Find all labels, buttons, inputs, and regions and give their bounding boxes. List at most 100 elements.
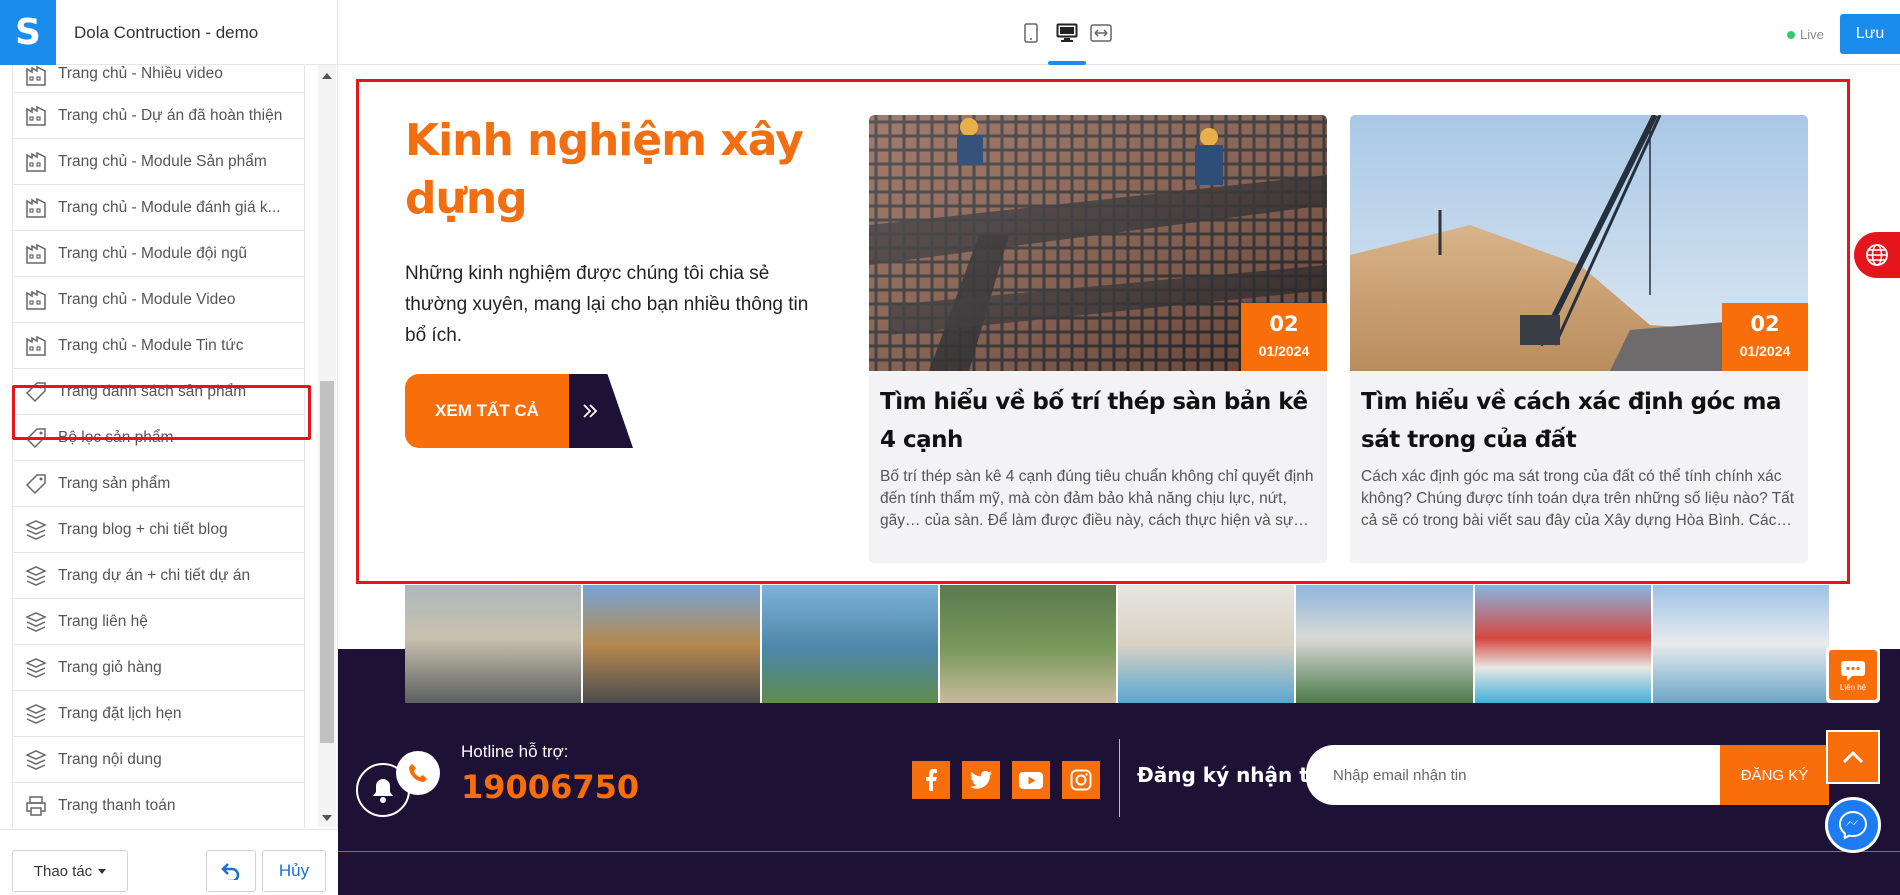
cancel-button[interactable]: Hủy bbox=[262, 850, 326, 892]
page-layout-icon bbox=[25, 105, 58, 127]
fullwidth-view-button[interactable] bbox=[1090, 22, 1112, 44]
news-card-title[interactable]: Tìm hiểu về bố trí thép sàn bản kê 4 cạn… bbox=[880, 383, 1310, 459]
hotline-number[interactable]: 19006750 bbox=[461, 768, 639, 806]
sidebar-item[interactable]: Trang chủ - Nhiều video bbox=[13, 65, 304, 93]
undo-button[interactable] bbox=[206, 850, 256, 892]
store-title: Dola Contruction - demo bbox=[74, 23, 259, 42]
project-photo[interactable] bbox=[1474, 585, 1653, 703]
live-status: Live bbox=[1787, 27, 1824, 42]
project-photo[interactable] bbox=[1296, 585, 1475, 703]
project-photo[interactable] bbox=[405, 585, 584, 703]
project-photo[interactable] bbox=[939, 585, 1118, 703]
contact-widget[interactable]: Liên hệ bbox=[1826, 647, 1880, 703]
sidebar-item[interactable]: Trang liên hệ bbox=[13, 599, 304, 645]
facebook-icon[interactable] bbox=[912, 761, 950, 799]
sidebar-item[interactable]: Trang đặt lịch hẹn bbox=[13, 691, 304, 737]
messenger-button[interactable] bbox=[1825, 797, 1881, 853]
divider bbox=[337, 0, 338, 65]
save-button[interactable]: Lưu bbox=[1840, 14, 1900, 54]
actions-dropdown[interactable]: Thao tác bbox=[12, 850, 128, 892]
sidebar-item[interactable]: Trang chủ - Module Tin tức bbox=[13, 323, 304, 369]
tag-icon bbox=[25, 427, 58, 449]
app-logo[interactable]: S bbox=[0, 0, 56, 65]
sidebar-item[interactable]: Trang chủ - Module Sản phẩm bbox=[13, 139, 304, 185]
top-bar: S Dola Contruction - demo Live Lưu bbox=[0, 0, 1900, 65]
view-all-button[interactable]: XEM TẤT CẢ bbox=[405, 374, 633, 448]
news-card[interactable]: 02 01/2024 Tìm hiểu về bố trí thép sàn b… bbox=[869, 115, 1327, 563]
project-photo[interactable] bbox=[1118, 585, 1297, 703]
footer-divider-line bbox=[338, 851, 1900, 852]
template-list: Trang chủ - Nhiều video Trang chủ - Dự án… bbox=[12, 65, 305, 828]
page-layout-icon bbox=[25, 151, 58, 173]
printer-icon bbox=[25, 795, 58, 817]
sidebar-item[interactable]: Trang chủ - Dự án đã hoàn thiện bbox=[13, 93, 304, 139]
tag-icon bbox=[25, 381, 58, 403]
project-photo[interactable] bbox=[583, 585, 762, 703]
date-day: 02 bbox=[1269, 312, 1299, 336]
sidebar-item-label: Trang thanh toán bbox=[58, 796, 176, 814]
news-card[interactable]: 02 01/2024 Tìm hiểu về cách xác định góc… bbox=[1350, 115, 1808, 563]
page-layout-icon bbox=[25, 65, 58, 87]
phone-icon bbox=[396, 751, 440, 795]
date-day: 02 bbox=[1750, 312, 1780, 336]
sidebar-item[interactable]: Trang chủ - Module Video bbox=[13, 277, 304, 323]
chevron-up-icon bbox=[1842, 750, 1864, 764]
sidebar-item[interactable]: Trang dự án + chi tiết dự án bbox=[13, 553, 304, 599]
messenger-icon bbox=[1838, 810, 1868, 840]
project-photo[interactable] bbox=[761, 585, 940, 703]
sidebar-item-label: Trang chủ - Dự án đã hoàn thiện bbox=[58, 106, 283, 124]
double-chevron-right-icon bbox=[569, 374, 633, 448]
sidebar-item-label: Trang chủ - Module đội ngũ bbox=[58, 244, 247, 262]
sidebar-item[interactable]: Trang chủ - Module đội ngũ bbox=[13, 231, 304, 277]
sidebar-item[interactable]: Trang blog + chi tiết blog bbox=[13, 507, 304, 553]
news-card-excerpt: Bố trí thép sàn kê 4 cạnh đúng tiêu chuẩ… bbox=[880, 468, 1314, 529]
fullwidth-icon bbox=[1090, 24, 1112, 42]
scroll-down-icon[interactable] bbox=[322, 815, 332, 821]
sidebar-scrollbar[interactable] bbox=[318, 65, 336, 827]
news-module[interactable]: Kinh nghiệm xây dựng Những kinh nghiệm đ… bbox=[356, 79, 1850, 584]
template-sidebar: Trang chủ - Nhiều video Trang chủ - Dự án… bbox=[0, 65, 338, 895]
layers-icon bbox=[25, 565, 58, 587]
instagram-icon[interactable] bbox=[1062, 761, 1100, 799]
scroll-to-top-button[interactable] bbox=[1826, 730, 1880, 784]
news-card-excerpt: Cách xác định góc ma sát trong của đất c… bbox=[1361, 468, 1795, 529]
sidebar-footer: Thao tác Hủy bbox=[0, 829, 338, 895]
live-label: Live bbox=[1800, 27, 1824, 42]
twitter-icon[interactable] bbox=[962, 761, 1000, 799]
desktop-view-button[interactable] bbox=[1056, 22, 1078, 44]
hotline-label: Hotline hỗ trợ: bbox=[461, 742, 569, 761]
caret-down-icon bbox=[98, 868, 107, 874]
layers-icon bbox=[25, 611, 58, 633]
newsletter-email-input[interactable] bbox=[1306, 745, 1720, 805]
sidebar-item-label: Trang chủ - Nhiều video bbox=[58, 65, 223, 82]
tag-icon bbox=[25, 473, 58, 495]
youtube-icon[interactable] bbox=[1012, 761, 1050, 799]
sidebar-item[interactable]: Trang chủ - Module đánh giá k... bbox=[13, 185, 304, 231]
newsletter-subscribe-button[interactable]: ĐĂNG KÝ bbox=[1720, 745, 1829, 805]
scroll-up-icon[interactable] bbox=[322, 73, 332, 79]
project-photo[interactable] bbox=[1652, 585, 1829, 703]
sidebar-item-label: Trang sản phẩm bbox=[58, 474, 171, 492]
news-card-title[interactable]: Tìm hiểu về cách xác định góc ma sát tro… bbox=[1361, 383, 1791, 459]
mobile-view-button[interactable] bbox=[1020, 22, 1042, 44]
date-badge: 02 01/2024 bbox=[1722, 303, 1808, 371]
actions-label: Thao tác bbox=[33, 862, 93, 880]
layers-icon bbox=[25, 519, 58, 541]
sidebar-item-label: Trang liên hệ bbox=[58, 612, 148, 630]
scroll-thumb[interactable] bbox=[320, 381, 334, 743]
sidebar-item[interactable]: Trang danh sách sản phẩm bbox=[13, 369, 304, 415]
globe-icon[interactable] bbox=[1854, 232, 1900, 278]
layers-icon bbox=[25, 703, 58, 725]
page-layout-icon bbox=[25, 197, 58, 219]
sidebar-item-label: Trang chủ - Module Tin tức bbox=[58, 336, 244, 354]
sidebar-item[interactable]: Bộ lọc sản phẩm bbox=[13, 415, 304, 461]
sidebar-item[interactable]: Trang sản phẩm bbox=[13, 461, 304, 507]
news-description: Những kinh nghiệm được chúng tôi chia sẻ… bbox=[405, 263, 809, 346]
project-image-strip bbox=[405, 585, 1829, 703]
sidebar-item-label: Trang nội dung bbox=[58, 750, 162, 768]
preview-canvas: Kinh nghiệm xây dựng Những kinh nghiệm đ… bbox=[338, 65, 1900, 895]
sidebar-item[interactable]: Trang thanh toán bbox=[13, 783, 304, 828]
sidebar-item[interactable]: Trang giỏ hàng bbox=[13, 645, 304, 691]
sidebar-item[interactable]: Trang nội dung bbox=[13, 737, 304, 783]
news-heading: Kinh nghiệm xây dựng bbox=[405, 115, 804, 224]
